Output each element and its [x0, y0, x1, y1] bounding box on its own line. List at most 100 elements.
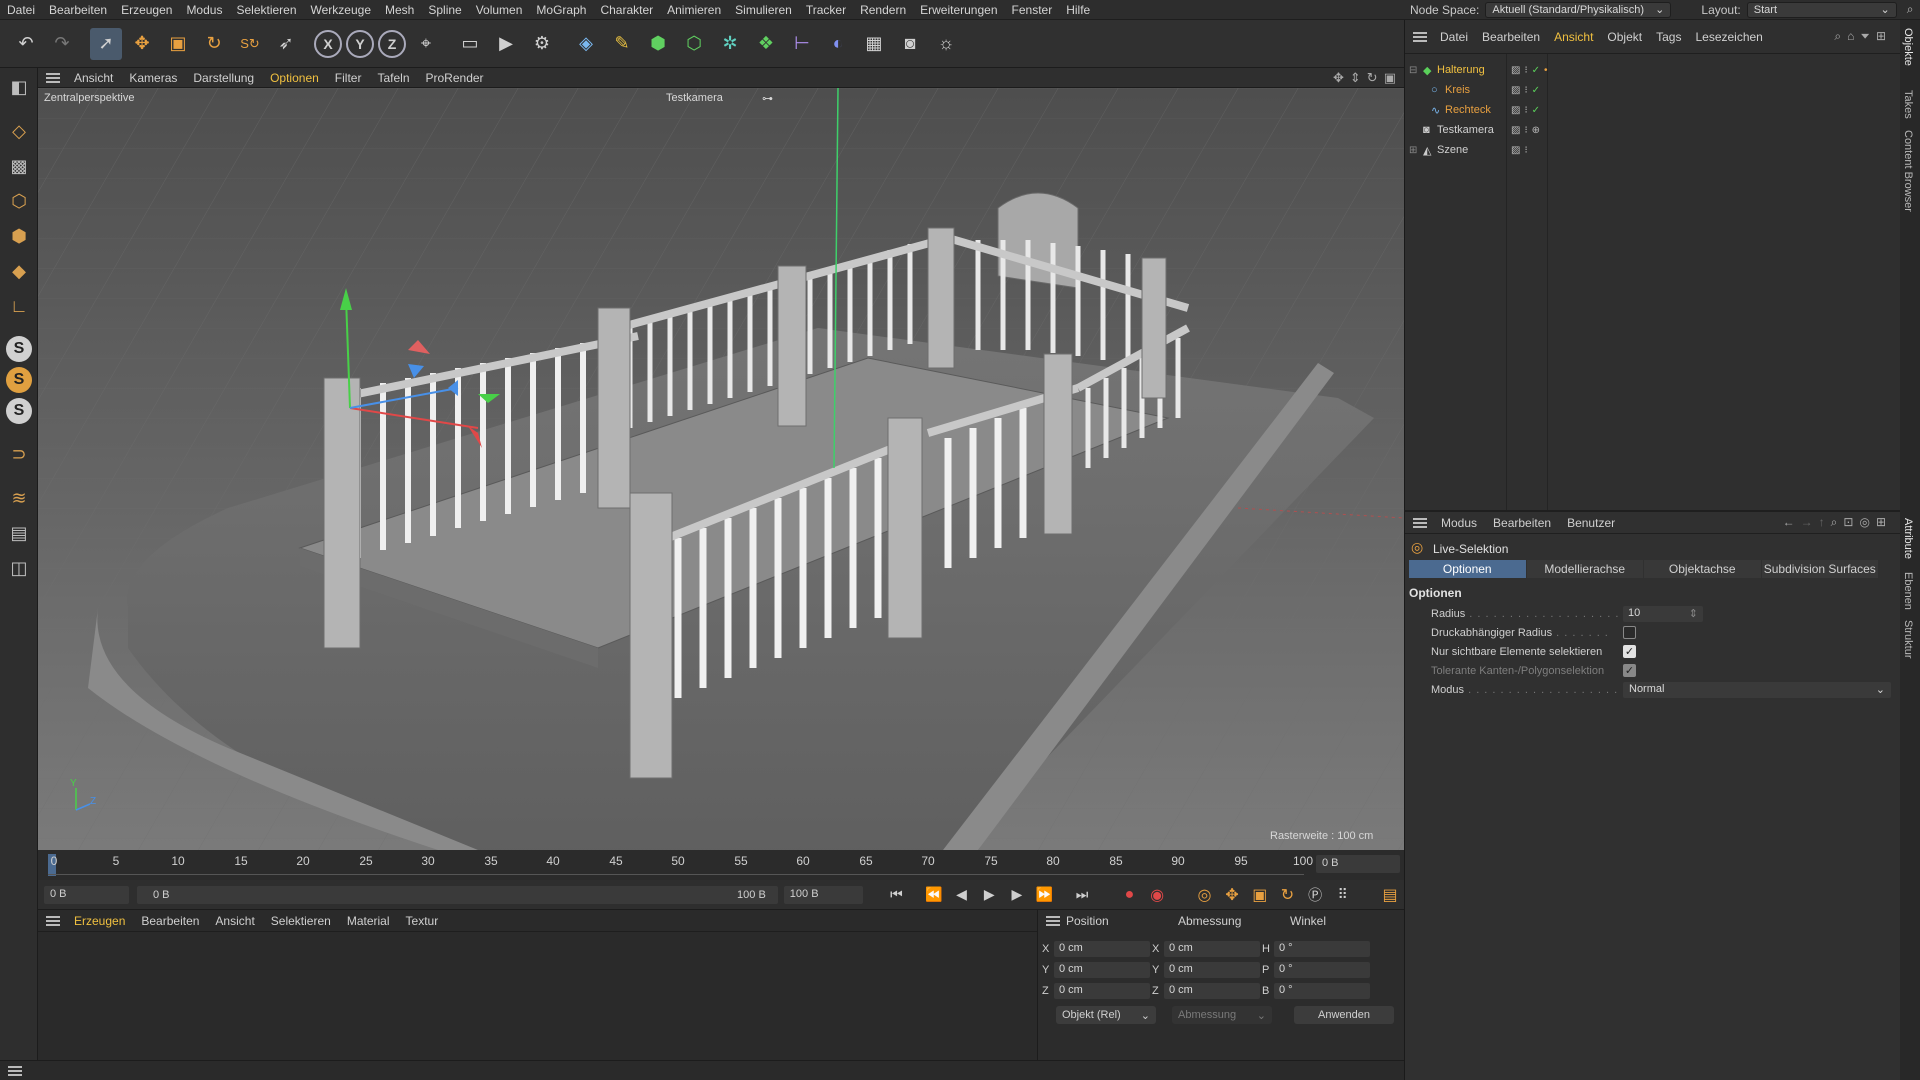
edit-icon[interactable]: ▨ [1511, 105, 1520, 116]
node-space-select[interactable]: Aktuell (Standard/Physikalisch) ⌄ [1485, 1, 1672, 18]
menu-fenster[interactable]: Fenster [1005, 3, 1060, 17]
pen-icon[interactable]: ✎ [606, 28, 638, 60]
frame-range-slider[interactable]: 0 B 100 B [136, 885, 778, 904]
pos-x-field[interactable]: 0 cm [1054, 941, 1150, 957]
tag-icon[interactable]: • [1544, 65, 1548, 76]
forward-arrow-icon[interactable]: → [1801, 515, 1819, 529]
model-mode-icon[interactable]: ◇ [3, 115, 35, 147]
menu-modus[interactable]: Modus [179, 3, 229, 17]
orbit-icon[interactable]: ↻ [1367, 70, 1378, 86]
menu-rendern[interactable]: Rendern [853, 3, 913, 17]
menu-erweiterungen[interactable]: Erweiterungen [913, 3, 1004, 17]
menu-erzeugen[interactable]: Erzeugen [114, 3, 179, 17]
vtab-takes[interactable]: Takes [1902, 90, 1914, 119]
home-icon[interactable]: ⌂ [1847, 29, 1860, 43]
goto-start-icon[interactable]: ⏮ [885, 884, 909, 906]
rot-h-field[interactable]: 0 ° [1274, 941, 1370, 957]
viewport-menu-kameras[interactable]: Kameras [121, 71, 185, 85]
menu-simulieren[interactable]: Simulieren [728, 3, 799, 17]
search-icon[interactable]: ⌕ [1907, 2, 1914, 17]
hamburger-icon[interactable] [1413, 517, 1427, 528]
vtab-ebenen[interactable]: Ebenen [1902, 572, 1914, 610]
viewport-menu-filter[interactable]: Filter [327, 71, 370, 85]
axis-mode-icon[interactable]: ∟ [3, 290, 35, 322]
check-icon[interactable]: ✓ [1532, 105, 1540, 116]
target-tag-icon[interactable]: ⊕ [1532, 125, 1540, 136]
autokey-icon[interactable]: ◉ [1145, 884, 1169, 906]
snap-settings-icon[interactable]: S [6, 367, 32, 393]
record-icon[interactable]: ● [1118, 884, 1142, 906]
menu-mograph[interactable]: MoGraph [529, 3, 593, 17]
key-rotation-icon[interactable]: ↻ [1276, 884, 1300, 906]
next-frame-icon[interactable]: ▶ [1005, 884, 1029, 906]
key-scale-icon[interactable]: ▣ [1248, 884, 1272, 906]
points-mode-icon[interactable]: ⬡ [3, 185, 35, 217]
new-window-icon[interactable]: ⊞ [1876, 515, 1892, 529]
x-axis-lock-icon[interactable]: X [314, 29, 342, 58]
camera-icon[interactable]: ◙ [894, 28, 926, 60]
mograph-icon[interactable]: ❖ [750, 28, 782, 60]
size-z-field[interactable]: 0 cm [1164, 983, 1260, 999]
current-frame-field[interactable]: 0 B [1316, 855, 1400, 873]
generator-icon[interactable]: ⬡ [678, 28, 710, 60]
key-parameter-icon[interactable]: Ⓟ [1303, 884, 1327, 906]
up-arrow-icon[interactable]: ↑ [1819, 515, 1831, 529]
z-axis-lock-icon[interactable]: Z [378, 29, 406, 58]
object-row-testkamera[interactable]: ◙ Testkamera ▨ ⁝ ⊕ [1405, 120, 1901, 140]
mat-menu-textur[interactable]: Textur [398, 914, 447, 928]
vtab-struktur[interactable]: Struktur [1902, 620, 1914, 659]
floor-icon[interactable]: ▦ [858, 28, 890, 60]
coordinate-system-icon[interactable]: ⌖ [410, 28, 442, 60]
visibility-dots-icon[interactable]: ⁝ [1524, 105, 1527, 116]
layout-select[interactable]: Start ⌄ [1746, 1, 1897, 18]
edit-icon[interactable]: ▨ [1511, 145, 1520, 156]
coord-mode-select[interactable]: Objekt (Rel) ⌄ [1056, 1006, 1156, 1024]
size-x-field[interactable]: 0 cm [1164, 941, 1260, 957]
tab-optionen[interactable]: Optionen [1409, 560, 1526, 578]
check-icon[interactable]: ✓ [1532, 65, 1540, 76]
key-position-icon[interactable]: ✥ [1220, 884, 1244, 906]
prev-frame-icon[interactable]: ◀ [950, 884, 974, 906]
rot-b-field[interactable]: 0 ° [1274, 983, 1370, 999]
redo-icon[interactable]: ↷ [46, 28, 78, 60]
vtab-attribute[interactable]: Attribute [1902, 518, 1914, 559]
menu-werkzeuge[interactable]: Werkzeuge [304, 3, 378, 17]
filter-icon[interactable]: ⏷ [1860, 29, 1876, 43]
pos-z-field[interactable]: 0 cm [1054, 983, 1150, 999]
visibility-dots-icon[interactable]: ⁝ [1524, 85, 1527, 96]
menu-tracker[interactable]: Tracker [799, 3, 853, 17]
magnet-icon[interactable]: ⊃ [3, 438, 35, 470]
render-view-icon[interactable]: ▶ [490, 28, 522, 60]
keyframe-selection-icon[interactable]: ◎ [1193, 884, 1217, 906]
edit-icon[interactable]: ▨ [1511, 65, 1520, 76]
prev-key-icon[interactable]: ⏪ [922, 884, 946, 906]
menu-datei[interactable]: Datei [0, 3, 42, 17]
workplane-mode-icon[interactable]: ◫ [3, 552, 35, 584]
mat-menu-erzeugen[interactable]: Erzeugen [66, 914, 133, 928]
menu-spline[interactable]: Spline [421, 3, 468, 17]
edit-icon[interactable]: ▨ [1511, 85, 1520, 96]
tolerant-checkbox[interactable]: ✓ [1623, 664, 1636, 677]
check-icon[interactable]: ✓ [1532, 85, 1540, 96]
make-editable-icon[interactable]: ◧ [3, 71, 35, 103]
visibility-dots-icon[interactable]: ⁝ [1524, 145, 1527, 156]
move-icon[interactable]: ✥ [126, 28, 158, 60]
rot-p-field[interactable]: 0 ° [1274, 962, 1370, 978]
quantize-icon[interactable]: S [6, 398, 32, 424]
viewport-menu-tafeln[interactable]: Tafeln [369, 71, 417, 85]
object-row-halterung[interactable]: ⊟ ◆ Halterung ▨ ⁝ ✓ • [1405, 60, 1901, 80]
menu-animieren[interactable]: Animieren [660, 3, 728, 17]
visibility-dots-icon[interactable]: ⁝ [1524, 65, 1527, 76]
hamburger-icon[interactable] [46, 72, 60, 83]
deformer-icon[interactable]: ⊢ [786, 28, 818, 60]
mat-menu-material[interactable]: Material [339, 914, 398, 928]
pan-icon[interactable]: ✥ [1333, 70, 1344, 86]
maximize-icon[interactable]: ▣ [1384, 70, 1396, 86]
apply-button[interactable]: Anwenden [1294, 1006, 1394, 1024]
undo-icon[interactable]: ↶ [10, 28, 42, 60]
tab-subdivision-surfaces[interactable]: Subdivision Surfaces [1761, 560, 1878, 578]
3d-viewport[interactable]: Zentralperspektive Testkamera ⊶ Rasterwe… [38, 88, 1404, 850]
edges-mode-icon[interactable]: ⬢ [3, 220, 35, 252]
radius-field[interactable]: 10 ⇕ [1623, 606, 1703, 622]
play-icon[interactable]: ▶ [977, 884, 1001, 906]
